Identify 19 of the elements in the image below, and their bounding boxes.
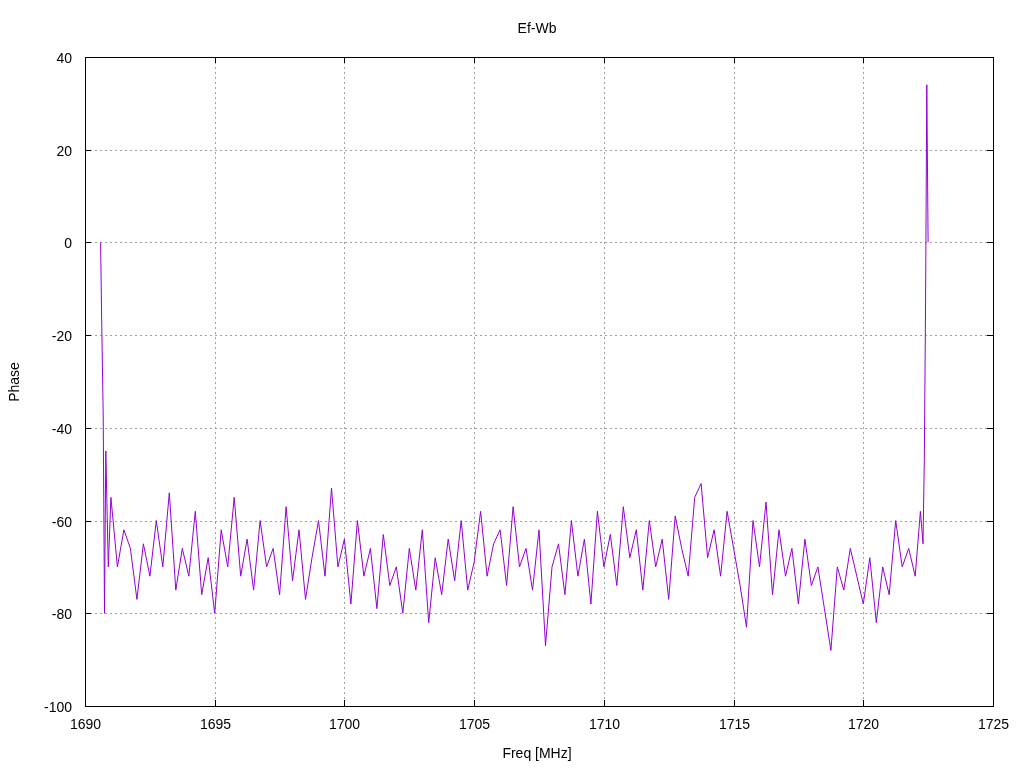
x-tick-label: 1710: [588, 716, 621, 732]
x-tick-label: 1715: [718, 716, 751, 732]
x-tick-label: 1720: [847, 716, 880, 732]
x-tick-label: 1725: [977, 716, 1010, 732]
y-tick-label: 20: [56, 142, 72, 159]
y-tick-label: -100: [43, 698, 72, 715]
y-tick-label: -40: [51, 420, 72, 437]
chart-title: Ef-Wb: [517, 20, 557, 36]
x-tick-label: 1700: [328, 716, 361, 732]
y-tick-label: 0: [64, 234, 72, 251]
y-tick-label: -20: [51, 327, 72, 344]
x-axis-label: Freq [MHz]: [502, 745, 572, 761]
y-tick-label: 40: [56, 49, 72, 66]
x-tick-label: 1690: [69, 716, 102, 732]
y-axis-label: Phase: [6, 362, 22, 402]
x-tick-label: 1705: [458, 716, 491, 732]
y-tick-label: -80: [51, 605, 72, 622]
x-tick-label: 1695: [199, 716, 232, 732]
y-tick-label: -60: [51, 513, 72, 530]
